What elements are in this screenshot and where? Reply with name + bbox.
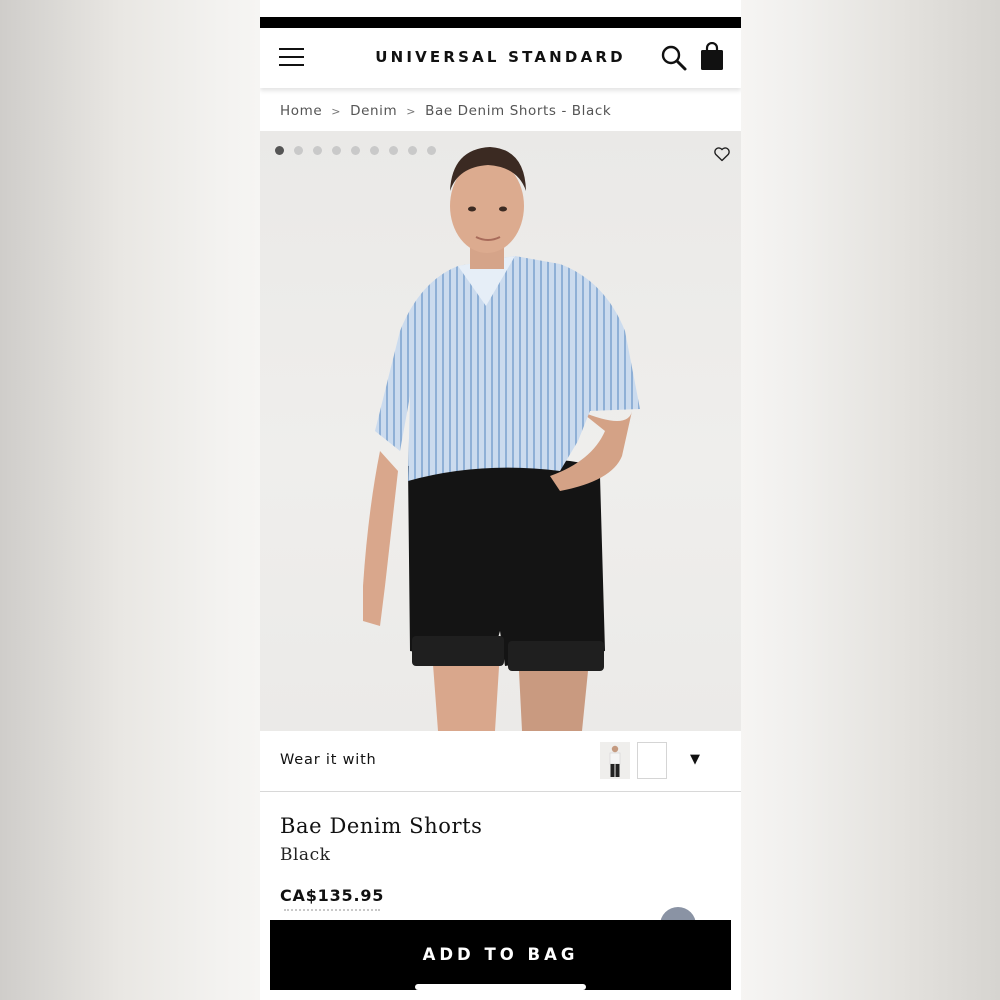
wear-it-with-row[interactable]: Wear it with ▼	[260, 731, 741, 792]
gallery-dots	[275, 146, 436, 155]
add-to-bag-button[interactable]: ADD TO BAG	[270, 920, 731, 990]
shopping-bag-icon[interactable]	[699, 42, 725, 72]
heart-icon[interactable]	[713, 145, 731, 163]
home-indicator	[415, 984, 586, 990]
expand-caret-icon[interactable]: ▼	[690, 752, 700, 767]
product-color: Black	[280, 845, 331, 865]
gallery-dot[interactable]	[427, 146, 436, 155]
promo-strip	[260, 17, 741, 28]
breadcrumb-denim[interactable]: Denim	[350, 103, 397, 119]
breadcrumb-separator: >	[331, 105, 342, 118]
gallery-dot[interactable]	[370, 146, 379, 155]
outfit-thumbnail-empty[interactable]	[637, 742, 667, 779]
gallery-dot[interactable]	[408, 146, 417, 155]
gallery-dot[interactable]	[294, 146, 303, 155]
gallery-dot[interactable]	[275, 146, 284, 155]
breadcrumb-separator: >	[406, 105, 417, 118]
promo-bar[interactable]	[260, 0, 741, 28]
product-image-gallery[interactable]	[260, 131, 741, 731]
search-icon[interactable]	[660, 44, 688, 72]
breadcrumb-home[interactable]: Home	[280, 103, 322, 119]
installment-info-placeholder	[284, 909, 380, 914]
outfit-thumbnail[interactable]	[600, 742, 630, 779]
phone-screen: UNIVERSAL STANDARD Home > Denim > Bae Denim …	[260, 0, 741, 1000]
gallery-dot[interactable]	[332, 146, 341, 155]
breadcrumb-current: Bae Denim Shorts - Black	[425, 103, 612, 119]
product-photo	[363, 147, 640, 731]
site-header: UNIVERSAL STANDARD	[260, 28, 741, 88]
wear-it-with-label: Wear it with	[280, 752, 377, 768]
product-price: CA$135.95	[280, 886, 385, 905]
gallery-dot[interactable]	[389, 146, 398, 155]
breadcrumb: Home > Denim > Bae Denim Shorts - Black	[280, 103, 611, 119]
product-name: Bae Denim Shorts	[280, 814, 483, 838]
gallery-dot[interactable]	[313, 146, 322, 155]
gallery-dot[interactable]	[351, 146, 360, 155]
